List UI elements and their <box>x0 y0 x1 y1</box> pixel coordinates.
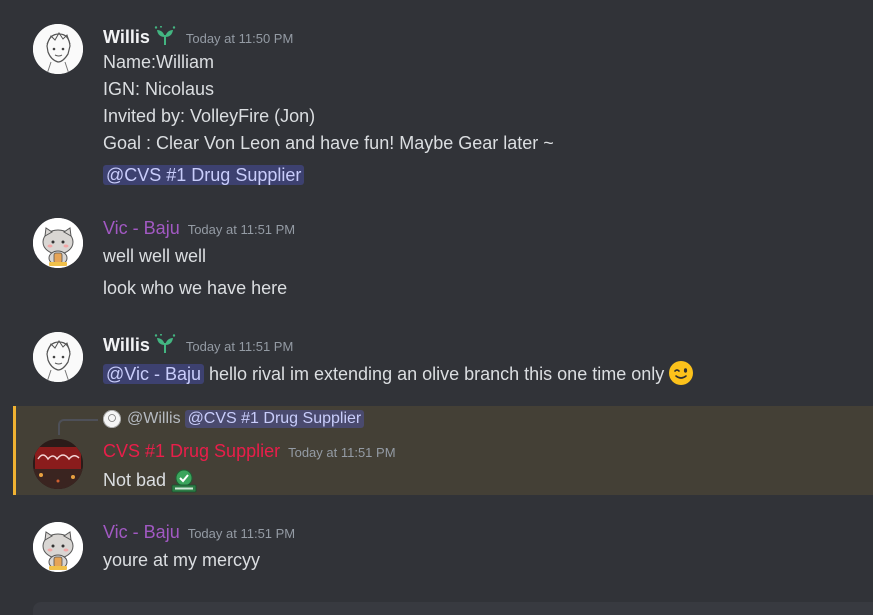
message-text-line: Invited by: VolleyFire (Jon) <box>103 106 316 126</box>
reply-spine <box>58 419 98 435</box>
reply-preview[interactable]: @Willis @CVS #1 Drug Supplier <box>103 410 365 428</box>
message-text-line: Goal : Clear Von Leon and have fun! Mayb… <box>103 133 554 153</box>
approved-emoji[interactable] <box>170 468 198 494</box>
author-name[interactable]: Vic - Baju <box>103 217 180 239</box>
message-composer[interactable] <box>33 602 873 615</box>
message-text: hello rival im extending an olive branch… <box>203 364 665 384</box>
timestamp: Today at 11:51 PM <box>187 526 296 541</box>
avatar-vic[interactable] <box>33 218 83 268</box>
timestamp: Today at 11:51 PM <box>185 339 294 354</box>
user-mention[interactable]: @Vic - Baju <box>103 364 204 384</box>
role-mention[interactable]: @CVS #1 Drug Supplier <box>184 410 365 428</box>
message-text: youre at my mercyy <box>103 550 261 570</box>
chat-messages: Willis Today at 11:50 PM Name:William IG… <box>0 0 873 615</box>
sprout-icon <box>152 333 178 354</box>
avatar-cvs[interactable] <box>33 439 83 489</box>
winking-face-emoji[interactable] <box>668 360 694 386</box>
mention-highlight-bar <box>13 406 16 495</box>
avatar-willis[interactable] <box>33 24 83 74</box>
role-mention[interactable]: @CVS #1 Drug Supplier <box>103 165 305 185</box>
sprout-icon <box>152 25 178 46</box>
author-name[interactable]: Vic - Baju <box>103 521 180 543</box>
message-text-line: IGN: Nicolaus <box>103 79 215 99</box>
author-name[interactable]: Willis <box>103 26 150 48</box>
author-name[interactable]: CVS #1 Drug Supplier <box>103 440 280 462</box>
timestamp: Today at 11:51 PM <box>187 222 296 237</box>
avatar-willis[interactable] <box>33 332 83 382</box>
message-text-line: Name:William <box>103 52 215 72</box>
message-text-line: well well well <box>103 246 207 266</box>
message-text-line: look who we have here <box>103 278 288 298</box>
timestamp: Today at 11:51 PM <box>288 445 396 460</box>
reply-avatar <box>103 410 121 428</box>
timestamp: Today at 11:50 PM <box>185 31 294 46</box>
author-name[interactable]: Willis <box>103 334 150 356</box>
avatar-vic[interactable] <box>33 522 83 572</box>
reply-author[interactable]: @Willis <box>127 410 181 428</box>
message-text: Not bad <box>103 470 167 490</box>
